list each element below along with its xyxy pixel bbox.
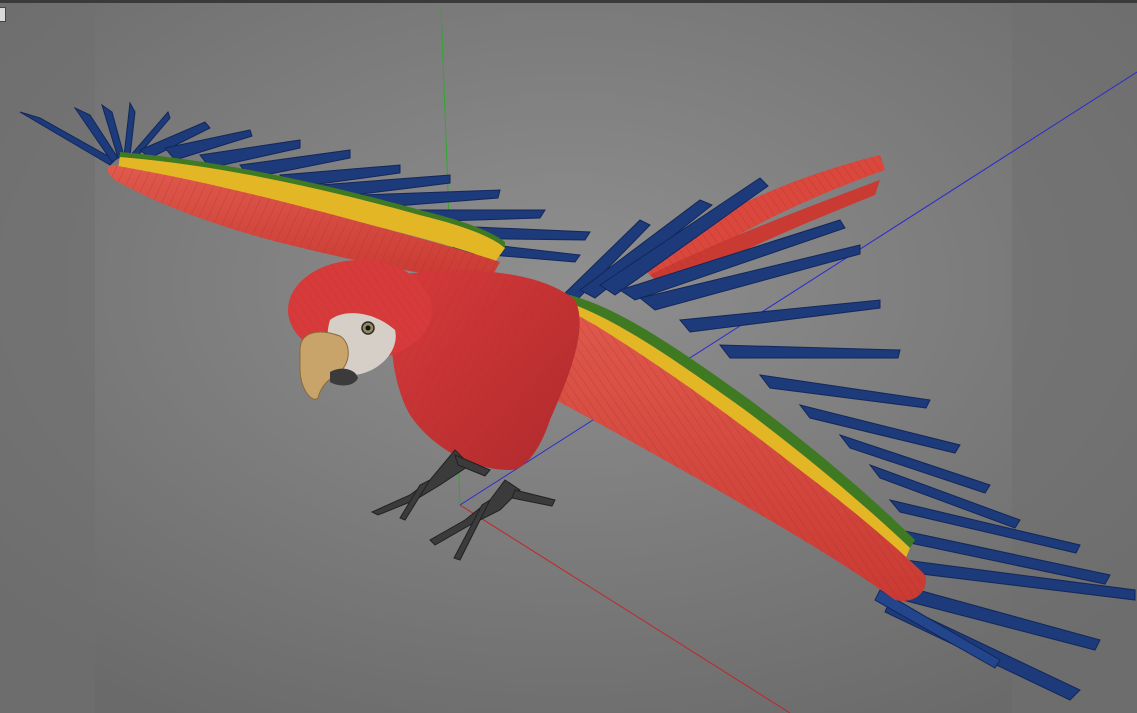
right-foot — [429, 479, 521, 546]
left-foot — [370, 449, 471, 516]
scene-canvas[interactable] — [0, 0, 1137, 713]
3d-viewport[interactable] — [0, 0, 1137, 713]
x-axis-line — [459, 504, 791, 713]
talons — [370, 449, 556, 561]
beak-upper — [299, 331, 349, 400]
left-wing — [19, 101, 591, 280]
macaw-body — [288, 260, 580, 470]
